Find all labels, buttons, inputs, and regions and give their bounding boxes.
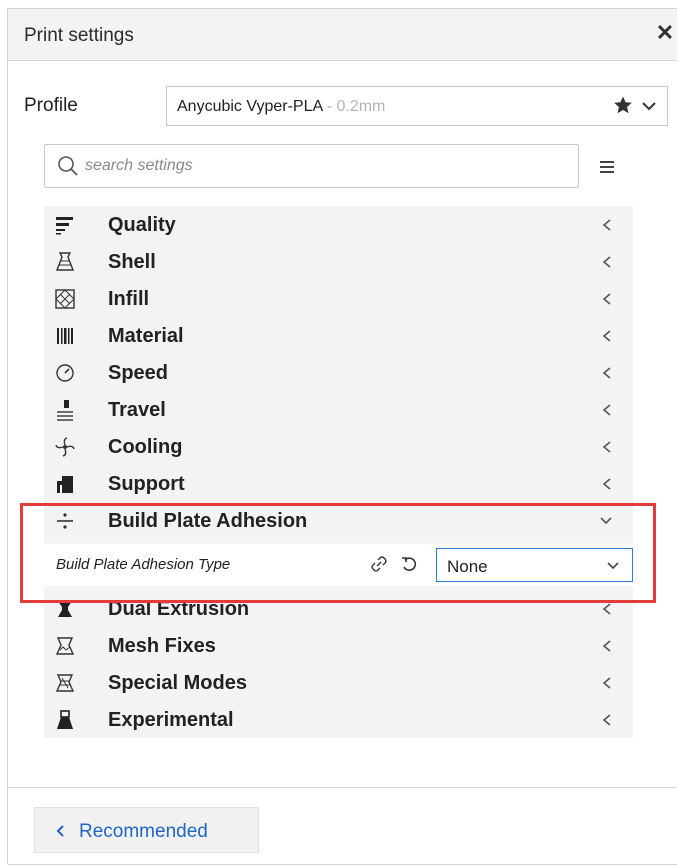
cooling-icon: [55, 437, 75, 457]
support-icon: [57, 476, 73, 493]
category-material[interactable]: Material: [44, 317, 633, 354]
setting-label: Build Plate Adhesion Type: [56, 556, 231, 573]
chevron-left-icon: [602, 404, 611, 416]
settings-category-list: Quality Shell Infill Material Speed Trav…: [44, 206, 633, 738]
category-label: Special Modes: [108, 672, 247, 694]
category-quality[interactable]: Quality: [44, 206, 633, 243]
category-shell[interactable]: Shell: [44, 243, 633, 280]
chevron-down-icon: [607, 562, 619, 570]
chevron-left-icon: [602, 367, 611, 379]
chevron-left-icon: [602, 640, 611, 652]
chevron-left-icon: [602, 256, 611, 268]
chevron-left-icon: [602, 293, 611, 305]
category-experimental[interactable]: Experimental: [44, 701, 633, 738]
category-label: Mesh Fixes: [108, 635, 216, 657]
quality-icon: [56, 217, 73, 235]
category-infill[interactable]: Infill: [44, 280, 633, 317]
travel-icon: [57, 400, 73, 421]
category-special-modes[interactable]: Special Modes: [44, 664, 633, 701]
shell-icon: [55, 252, 75, 271]
category-travel[interactable]: Travel: [44, 391, 633, 428]
panel-title: Print settings: [24, 25, 134, 46]
infill-icon: [55, 289, 75, 309]
dual-extrusion-icon: [58, 601, 72, 617]
build-plate-adhesion-type-row: Build Plate Adhesion Type None: [44, 544, 633, 586]
chevron-down-icon: [600, 517, 612, 525]
speed-icon: [56, 364, 74, 382]
category-label: Speed: [108, 362, 169, 384]
category-support[interactable]: Support: [44, 465, 633, 502]
chevron-left-icon: [602, 330, 611, 342]
star-icon[interactable]: [613, 95, 633, 115]
category-build-plate-adhesion[interactable]: Build Plate Adhesion: [44, 502, 633, 539]
category-label: Dual Extrusion: [108, 598, 250, 620]
category-label: Infill: [108, 288, 150, 310]
chevron-left-icon: [602, 677, 611, 689]
link-icon[interactable]: [370, 555, 388, 573]
chevron-left-icon: [602, 478, 611, 490]
recommended-button[interactable]: Recommended: [34, 807, 259, 853]
recommended-label: Recommended: [79, 821, 208, 842]
search-input[interactable]: search settings: [44, 144, 579, 188]
category-label: Build Plate Adhesion: [108, 510, 308, 532]
hamburger-menu-icon[interactable]: [596, 157, 618, 177]
profile-variant: - 0.2mm: [322, 98, 386, 115]
footer-divider: [8, 787, 677, 788]
experimental-icon: [57, 710, 73, 729]
category-label: Shell: [108, 251, 156, 273]
adhesion-type-value: None: [447, 557, 488, 576]
chevron-left-icon: [602, 603, 611, 615]
category-dual-extrusion[interactable]: Dual Extrusion: [44, 590, 633, 627]
category-label: Material: [108, 325, 184, 347]
title-bar: Print settings ✕: [8, 9, 677, 61]
search-placeholder: search settings: [85, 157, 193, 174]
print-settings-panel: Print settings ✕ Profile Anycubic Vyper-…: [7, 8, 677, 865]
adhesion-type-select[interactable]: None: [436, 548, 633, 582]
reset-icon[interactable]: [400, 555, 418, 573]
category-mesh-fixes[interactable]: Mesh Fixes: [44, 627, 633, 664]
category-cooling[interactable]: Cooling: [44, 428, 633, 465]
search-icon: [58, 156, 78, 176]
close-icon[interactable]: ✕: [653, 21, 677, 45]
category-label: Quality: [108, 214, 176, 236]
adhesion-icon: [57, 513, 73, 529]
material-icon: [57, 328, 73, 344]
chevron-left-icon: [602, 219, 611, 231]
category-label: Support: [108, 473, 185, 495]
chevron-left-icon: [602, 441, 611, 453]
special-modes-icon: [55, 674, 75, 692]
category-label: Cooling: [108, 436, 183, 458]
profile-name: Anycubic Vyper-PLA - 0.2mm: [177, 98, 386, 115]
category-label: Experimental: [108, 709, 234, 731]
chevron-left-icon: [56, 825, 64, 837]
category-speed[interactable]: Speed: [44, 354, 633, 391]
category-label: Travel: [108, 399, 166, 421]
chevron-left-icon: [602, 714, 611, 726]
mesh-fixes-icon: [55, 637, 75, 655]
profile-dropdown[interactable]: Anycubic Vyper-PLA - 0.2mm: [166, 86, 668, 126]
chevron-down-icon: [642, 102, 656, 111]
profile-label: Profile: [24, 95, 78, 116]
